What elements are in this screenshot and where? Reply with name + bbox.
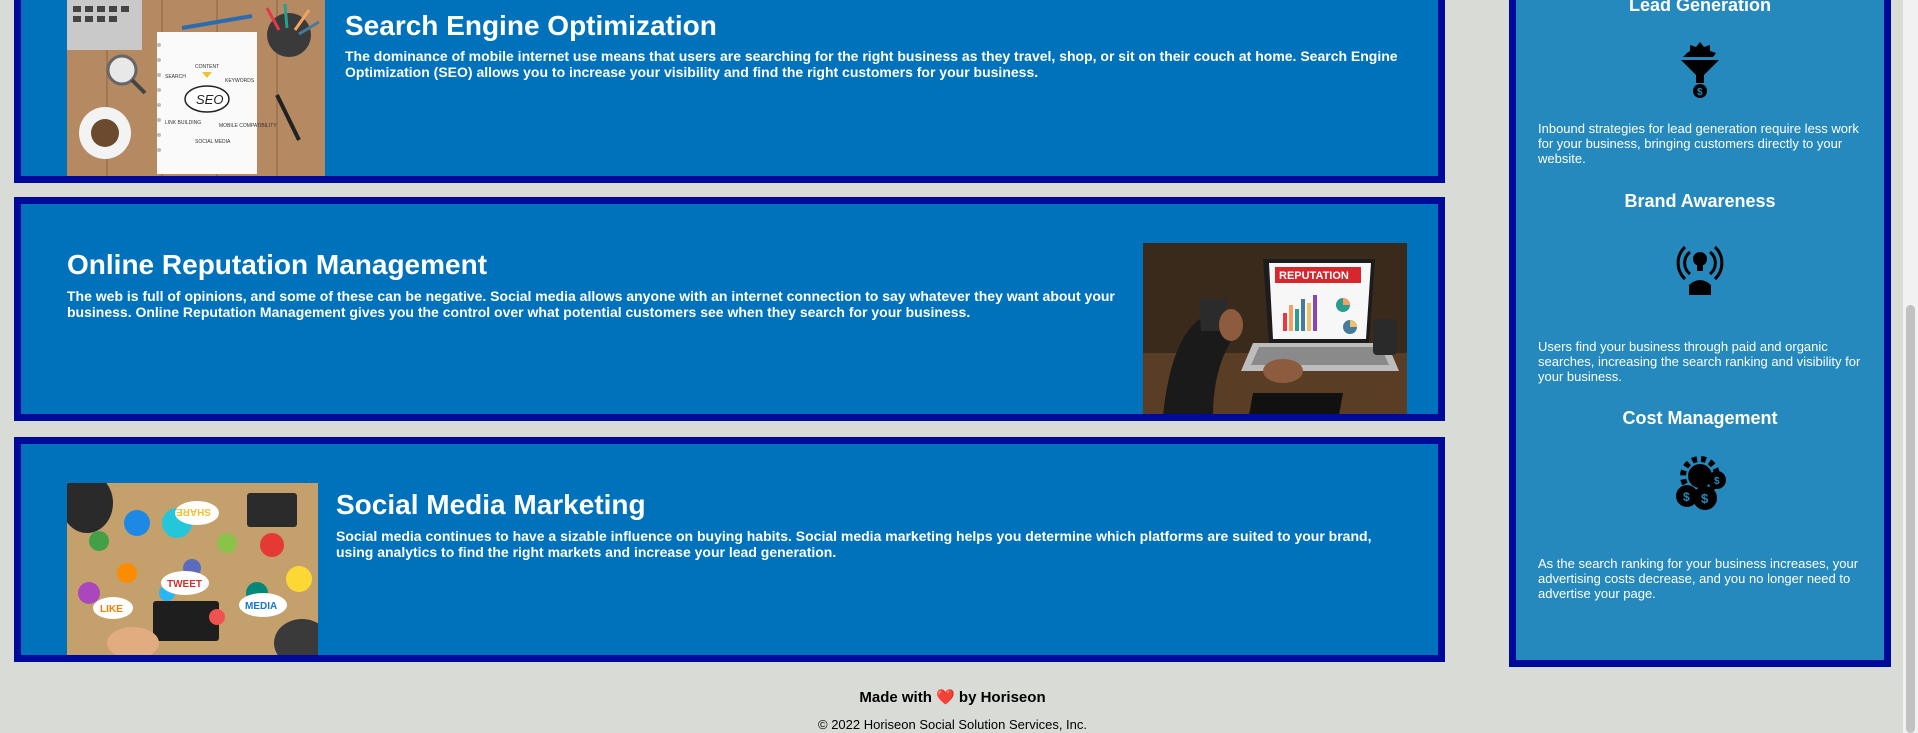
cost-gear-coins-icon: $ $ $: [1673, 454, 1727, 512]
brand-awareness-text: Users find your business through paid an…: [1538, 339, 1861, 384]
seo-card: SEO CONTENT KEYWORDS SEARCH LINK BUILDIN…: [14, 0, 1445, 183]
social-title: Social Media Marketing: [336, 489, 646, 520]
benefits-sidebar: Lead Generation $ Inbound strategies for…: [1509, 0, 1891, 667]
footer-made-with: Made with ❤️ by Horiseon: [0, 688, 1905, 706]
lead-generation-text: Inbound strategies for lead generation r…: [1538, 121, 1859, 166]
svg-text:$: $: [1683, 490, 1690, 504]
reputation-title: Online Reputation Management: [67, 249, 488, 280]
svg-text:$: $: [1701, 491, 1709, 506]
social-text: Social media continues to have a sizable…: [336, 528, 1372, 560]
cost-management-text: As the search ranking for your business …: [1538, 556, 1859, 601]
footer-made-after: by Horiseon: [958, 689, 1046, 706]
seo-title: Search Engine Optimization: [345, 10, 717, 41]
svg-text:SOCIAL MEDIA: SOCIAL MEDIA: [195, 139, 231, 145]
social-image-share: SHARE: [176, 506, 211, 517]
svg-text:SEARCH: SEARCH: [165, 74, 186, 80]
brand-awareness-title: Brand Awareness: [1624, 191, 1776, 211]
lead-funnel-icon: $: [1673, 41, 1727, 99]
svg-text:LINK BUILDING: LINK BUILDING: [165, 120, 201, 126]
svg-text:$: $: [1697, 87, 1703, 98]
svg-text:$: $: [1714, 476, 1720, 487]
scrollbar-thumb[interactable]: [1906, 305, 1915, 733]
reputation-image: REPUTATION: [1143, 243, 1407, 414]
social-card: SHARE TWEET LIKE MEDIA Social Media Mark…: [14, 437, 1445, 662]
heart-icon: ❤️: [936, 689, 955, 706]
svg-text:KEYWORDS: KEYWORDS: [225, 78, 255, 84]
social-image-media: MEDIA: [245, 601, 277, 612]
cost-management-title: Cost Management: [1622, 408, 1778, 428]
social-image-tweet: TWEET: [167, 579, 202, 590]
brand-lightbulb-icon: [1673, 237, 1727, 295]
vertical-scrollbar[interactable]: [1903, 0, 1918, 733]
reputation-text: The web is full of opinions, and some of…: [67, 288, 1115, 320]
svg-text:CONTENT: CONTENT: [195, 64, 219, 70]
reputation-card: Online Reputation Management The web is …: [14, 197, 1445, 421]
footer-copyright: © 2022 Horiseon Social Solution Services…: [818, 717, 1087, 732]
footer-made-before: Made with: [859, 689, 932, 706]
page: SEO CONTENT KEYWORDS SEARCH LINK BUILDIN…: [0, 0, 1900, 733]
lead-generation-title: Lead Generation: [1628, 0, 1772, 15]
svg-text:MOBILE COMPATIBILITY: MOBILE COMPATIBILITY: [219, 123, 277, 129]
seo-image: SEO CONTENT KEYWORDS SEARCH LINK BUILDIN…: [67, 0, 325, 176]
social-image-like: LIKE: [100, 604, 123, 615]
social-image: SHARE TWEET LIKE MEDIA: [67, 483, 318, 655]
reputation-image-label: REPUTATION: [1279, 270, 1349, 282]
seo-image-label: SEO: [196, 92, 223, 107]
seo-text: The dominance of mobile internet use mea…: [345, 48, 1398, 80]
